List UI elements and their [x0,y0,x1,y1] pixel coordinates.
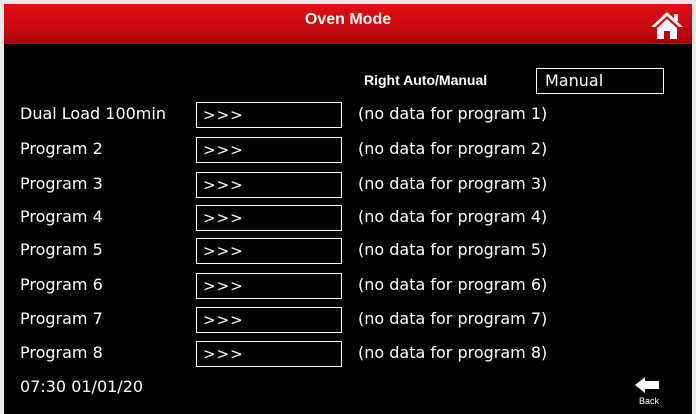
back-label: Back [638,396,659,406]
program-open-button[interactable]: >>> [196,273,342,299]
program-name: Dual Load 100min [20,104,166,123]
program-name: Program 5 [20,240,103,259]
program-row: Program 3 >>> (no data for program 3) [0,172,696,198]
page-title: Oven Mode [304,11,392,28]
program-row: Dual Load 100min >>> (no data for program … [0,102,696,128]
program-status: (no data for program 8) [358,343,548,362]
program-status: (no data for program 1) [358,104,548,123]
program-status: (no data for program 7) [358,309,548,328]
program-row: Program 7 >>> (no data for program 7) [0,307,696,333]
program-row: Program 8 >>> (no data for program 8) [0,341,696,367]
clock-readout: 07:30 01/01/20 [20,377,144,396]
program-status: (no data for program 5) [358,240,548,259]
auto-manual-select[interactable]: Manual [536,68,664,94]
program-row: Program 6 >>> (no data for program 6) [0,273,696,299]
program-open-button[interactable]: >>> [196,137,342,163]
program-open-button[interactable]: >>> [196,307,342,333]
program-open-button[interactable]: >>> [196,205,342,231]
program-name: Program 3 [20,174,103,193]
program-open-button[interactable]: >>> [196,172,342,198]
program-row: Program 5 >>> (no data for program 5) [0,238,696,264]
program-row: Program 2 >>> (no data for program 2) [0,137,696,163]
program-status: (no data for program 6) [358,275,548,294]
program-open-button[interactable]: >>> [196,341,342,367]
program-status: (no data for program 4) [358,207,548,226]
program-open-button[interactable]: >>> [196,102,342,128]
home-icon [651,12,683,39]
right-auto-manual-label: Right Auto/Manual [364,72,488,88]
program-name: Program 8 [20,343,103,362]
back-button[interactable]: Back [632,375,666,407]
title-bar: Oven Mode [4,4,692,44]
program-name: Program 7 [20,309,103,328]
program-name: Program 4 [20,207,103,226]
program-name: Program 2 [20,139,103,158]
program-name: Program 6 [20,275,103,294]
back-arrow-icon [635,377,659,393]
program-status: (no data for program 2) [358,139,548,158]
program-open-button[interactable]: >>> [196,238,342,264]
program-row: Program 4 >>> (no data for program 4) [0,205,696,231]
program-status: (no data for program 3) [358,174,548,193]
home-button[interactable] [650,10,684,40]
